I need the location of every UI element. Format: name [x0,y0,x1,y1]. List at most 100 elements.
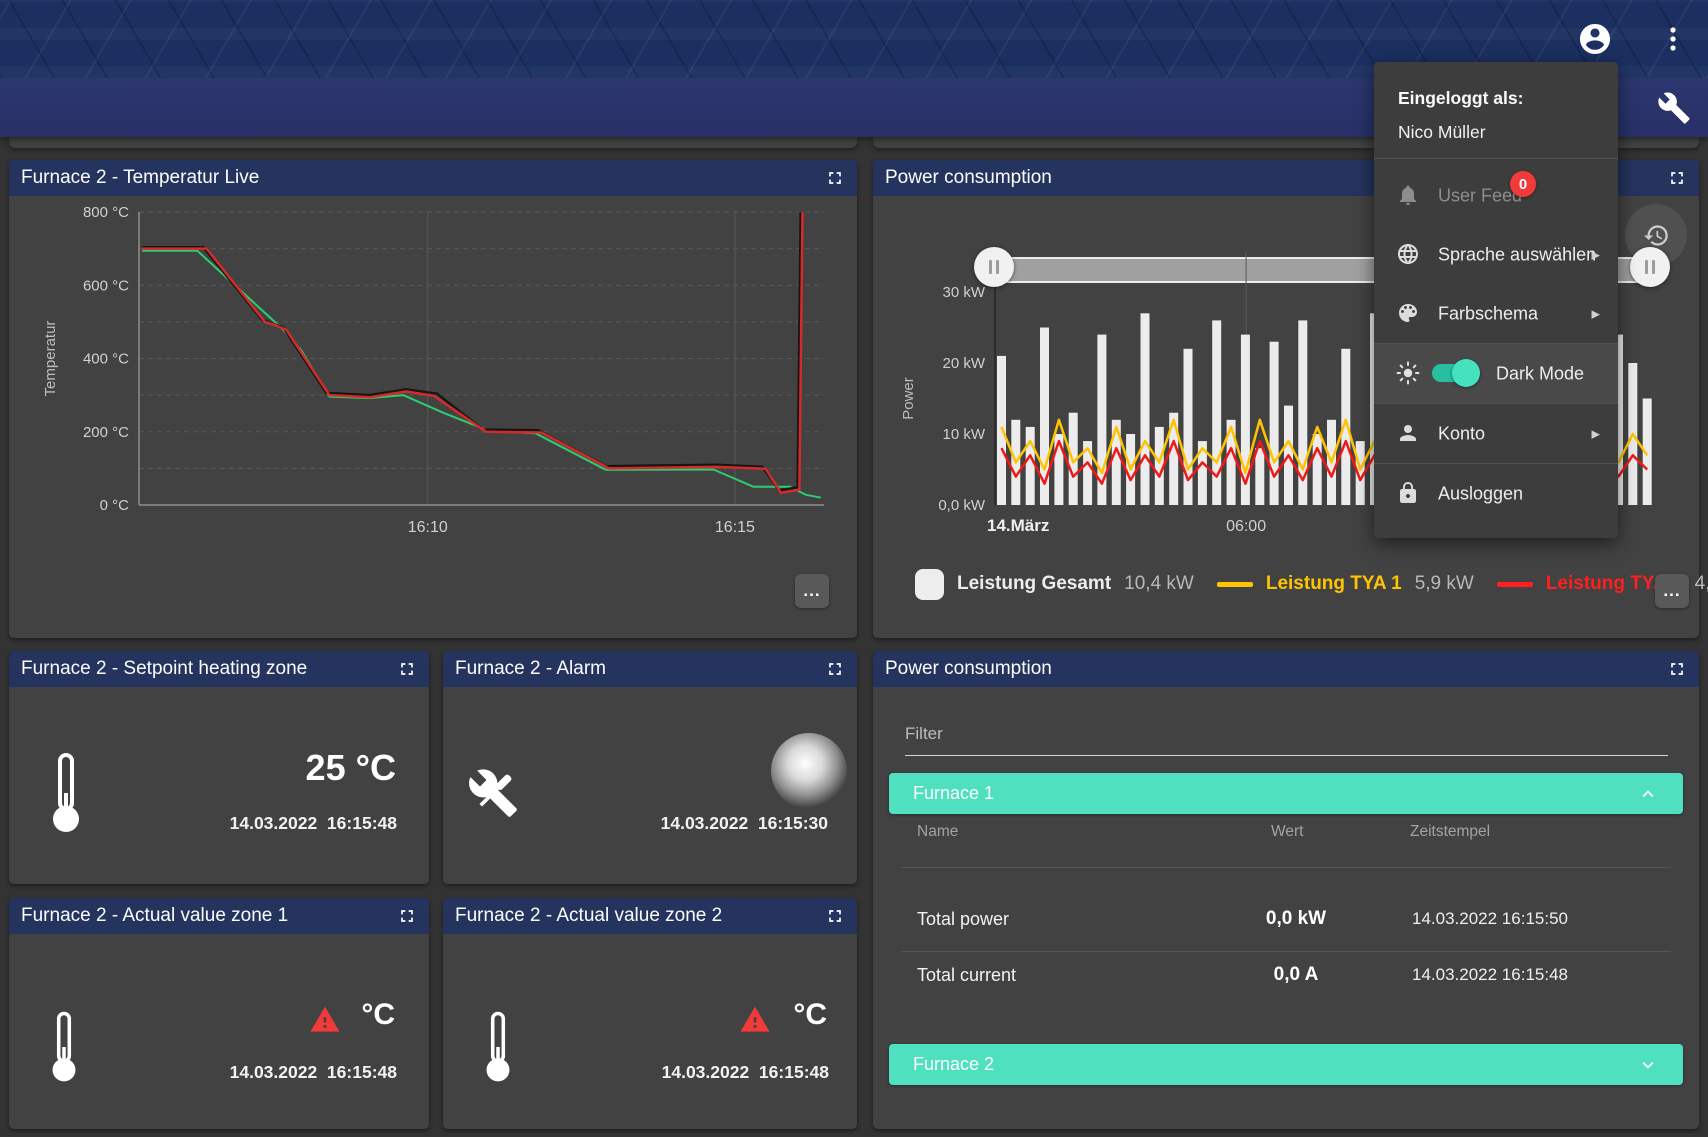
svg-text:200 °C: 200 °C [83,424,129,441]
fullscreen-icon[interactable] [397,659,417,679]
column-header-wert: Wert [1271,823,1303,841]
menu-item-label: User Feed [1438,185,1522,206]
svg-text:16:10: 16:10 [408,519,448,536]
chevron-right-icon: ▶ [1592,427,1600,440]
user-feed-badge: 0 [1510,171,1536,197]
menu-item-sprache[interactable]: Sprache auswählen ▶ [1374,225,1618,284]
svg-text:0,0 kW: 0,0 kW [938,497,986,514]
menu-item-konto[interactable]: Konto ▶ [1374,404,1618,463]
overflow-menu-button[interactable] [1659,24,1687,54]
dark-mode-toggle[interactable] [1432,364,1474,382]
legend-label[interactable]: Leistung TYA 1 [1266,573,1402,595]
fullscreen-icon[interactable] [825,659,845,679]
logged-in-as-label: Eingeloggt als: [1398,88,1523,109]
card-temperature-live-titlebar: Furnace 2 - Temperatur Live [9,160,857,196]
card-alarm: Furnace 2 - Alarm 14.03.2022 16:15:30 [443,651,857,884]
time-range-slider-handle-right[interactable] [1630,247,1670,287]
menu-item-label: Konto [1438,423,1485,444]
menu-item-label: Farbschema [1438,303,1538,324]
zone1-unit: °C [361,998,395,1032]
sun-icon [1396,361,1420,385]
user-account-button[interactable] [1577,21,1613,57]
section-header-furnace-1[interactable]: Furnace 1 [889,773,1683,814]
svg-text:30 kW: 30 kW [942,284,985,301]
fullscreen-icon[interactable] [1667,659,1687,679]
filter-input[interactable] [905,729,1668,756]
globe-icon [1396,242,1420,266]
legend-marker-gesamt [915,569,944,600]
card-title: Furnace 2 - Alarm [455,658,825,680]
row-name: Total power [917,909,1009,930]
zone2-timestamp: 14.03.2022 16:15:48 [662,1062,829,1083]
dashboard: Furnace 2 - Temperatur Live 16:10 16:15 0 … [0,0,1708,1137]
bell-icon [1396,183,1420,207]
fullscreen-icon[interactable] [397,906,417,926]
card-power-table: Power consumption Filter Furnace 1 Name … [873,651,1699,1129]
account-circle-icon [1577,21,1613,57]
section-title: Furnace 1 [913,783,994,804]
lock-icon [1396,481,1420,505]
section-title: Furnace 2 [913,1054,994,1075]
chart-more-button[interactable]: ... [795,574,829,608]
warning-triangle-icon [739,1004,771,1033]
card-title: Furnace 2 - Actual value zone 2 [455,905,825,927]
card-title: Furnace 2 - Actual value zone 1 [21,905,397,927]
card-title: Furnace 2 - Temperatur Live [21,167,825,189]
menu-item-label: Dark Mode [1496,363,1584,384]
zone2-unit: °C [793,998,827,1032]
setpoint-timestamp: 14.03.2022 16:15:48 [230,813,397,834]
cutoff-card-top-left [9,137,857,148]
chevron-down-icon [1637,1054,1659,1076]
thermometer-icon [483,1008,513,1086]
chart-more-button[interactable]: ... [1655,574,1689,608]
warning-triangle-icon [309,1004,341,1033]
kebab-menu-icon [1659,24,1687,54]
toggle-knob [1452,359,1480,387]
menu-item-user-feed[interactable]: User Feed 0 [1374,166,1618,225]
svg-text:400 °C: 400 °C [83,351,129,368]
svg-text:20 kW: 20 kW [942,355,985,372]
wrench-icon [1657,91,1691,125]
svg-text:Power: Power [900,377,917,420]
menu-item-label: Ausloggen [1438,483,1523,504]
svg-text:16:15: 16:15 [715,519,755,536]
person-icon [1396,421,1420,445]
fullscreen-icon[interactable] [1667,168,1687,188]
row-timestamp: 14.03.2022 16:15:50 [1412,909,1568,929]
menu-item-dark-mode[interactable]: Dark Mode [1374,344,1618,403]
legend-value: 4,5 kW [1695,573,1708,595]
section-header-furnace-2[interactable]: Furnace 2 [889,1044,1683,1085]
settings-wrench-button[interactable] [1656,90,1692,126]
column-header-zeitstempel: Zeitstempel [1410,823,1490,841]
row-divider [901,951,1671,952]
palette-icon [1396,301,1420,325]
legend-label[interactable]: Leistung Gesamt [957,573,1111,595]
card-temperature-live: Furnace 2 - Temperatur Live 16:10 16:15 0 … [9,160,857,638]
card-power-table-titlebar: Power consumption [873,651,1699,687]
legend-value: 5,9 kW [1415,573,1474,595]
menu-item-label: Sprache auswählen [1438,244,1596,265]
setpoint-value: 25 °C [306,747,396,789]
temperature-line-chart: 16:1016:150 °C200 °C400 °C600 °C800 °CTe… [9,196,857,596]
logged-in-user-name: Nico Müller [1398,122,1486,143]
row-divider [901,867,1671,868]
time-range-slider-handle-left[interactable] [974,247,1014,287]
svg-text:0 °C: 0 °C [100,497,130,514]
alarm-lamp-indicator [771,733,847,809]
card-zone1: Furnace 2 - Actual value zone 1 °C 14.03… [9,898,429,1129]
chevron-up-icon [1637,783,1659,805]
fullscreen-icon[interactable] [825,168,845,188]
row-timestamp: 14.03.2022 16:15:48 [1412,965,1568,985]
svg-text:14.März: 14.März [987,516,1049,535]
menu-item-farbschema[interactable]: Farbschema ▶ [1374,284,1618,343]
legend-value: 10,4 kW [1124,573,1194,595]
card-setpoint-titlebar: Furnace 2 - Setpoint heating zone [9,651,429,687]
user-dropdown-menu: Eingeloggt als: Nico Müller User Feed 0 … [1374,62,1618,538]
card-zone2-titlebar: Furnace 2 - Actual value zone 2 [443,898,857,934]
menu-item-ausloggen[interactable]: Ausloggen [1374,464,1618,523]
row-name: Total current [917,965,1016,986]
fullscreen-icon[interactable] [825,906,845,926]
card-zone1-titlebar: Furnace 2 - Actual value zone 1 [9,898,429,934]
thermometer-icon [49,1008,79,1086]
card-alarm-titlebar: Furnace 2 - Alarm [443,651,857,687]
